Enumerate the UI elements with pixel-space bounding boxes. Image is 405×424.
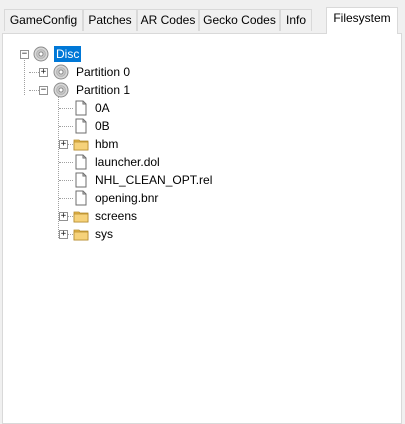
tree-node-disc[interactable]: − Disc [15,45,215,63]
filesystem-panel: − Disc + Partition 0 − Partition 1 0A 0B… [2,33,402,424]
tab-gameconfig[interactable]: GameConfig [4,9,83,31]
tree-node-label: 0A [95,101,110,115]
tree-node-label: NHL_CLEAN_OPT.rel [95,173,213,187]
tree-node-nhl-clean-opt-rel[interactable]: NHL_CLEAN_OPT.rel [15,171,235,189]
file-icon [75,118,87,134]
tree-node-label: sys [95,227,113,241]
expand-icon[interactable]: + [59,140,68,149]
tab-ar-codes[interactable]: AR Codes [137,9,199,31]
expand-icon[interactable]: + [59,212,68,221]
tab-gecko-codes[interactable]: Gecko Codes [199,9,280,31]
collapse-icon[interactable]: − [39,86,48,95]
file-icon [75,100,87,116]
folder-icon [73,139,89,151]
tree-node-label: Disc [54,46,82,62]
disc-icon [53,64,69,80]
file-icon [75,190,87,206]
collapse-icon[interactable]: − [20,50,29,59]
tree-node-0a[interactable]: 0A [15,99,215,117]
tree-node-partition-0[interactable]: + Partition 0 [15,63,215,81]
expand-icon[interactable]: + [39,68,48,77]
tree-node-label: hbm [95,137,119,151]
expand-icon[interactable]: + [59,230,68,239]
tree-node-launcher-dol[interactable]: launcher.dol [15,153,215,171]
tab-bar: GameConfig Patches AR Codes Gecko Codes … [0,0,405,34]
file-icon [75,154,87,170]
tree-node-label: screens [95,209,138,223]
tab-info[interactable]: Info [280,9,312,31]
tree-node-label: opening.bnr [95,191,159,205]
disc-icon [33,46,49,62]
tree-node-label: Partition 0 [76,65,131,79]
tree-node-hbm[interactable]: + hbm [15,135,215,153]
tree-node-opening-bnr[interactable]: opening.bnr [15,189,215,207]
tree-node-0b[interactable]: 0B [15,117,215,135]
folder-icon [73,229,89,241]
tree-node-sys[interactable]: + sys [15,225,215,243]
folder-icon [73,211,89,223]
tab-filesystem[interactable]: Filesystem [326,7,398,34]
tree-node-screens[interactable]: + screens [15,207,215,225]
tree-node-partition-1[interactable]: − Partition 1 [15,81,215,99]
tree-node-label: 0B [95,119,110,133]
filesystem-tree[interactable]: − Disc + Partition 0 − Partition 1 0A 0B… [15,40,399,421]
tree-node-label: Partition 1 [76,83,131,97]
disc-icon [53,82,69,98]
tree-node-label: launcher.dol [95,155,160,169]
tab-patches[interactable]: Patches [83,9,137,31]
file-icon [75,172,87,188]
